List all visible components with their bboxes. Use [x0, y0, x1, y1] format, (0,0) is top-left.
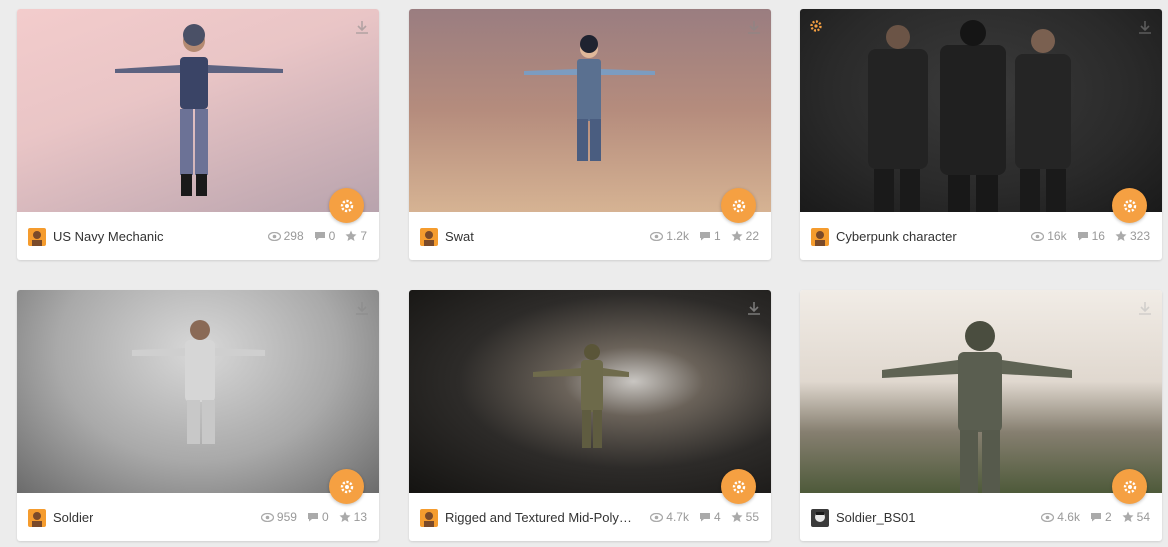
model-stats: 298 0 7: [262, 229, 367, 243]
comment-icon: [699, 513, 710, 522]
download-icon[interactable]: [746, 20, 762, 36]
avatar[interactable]: [811, 509, 829, 527]
comment-icon: [307, 513, 318, 522]
like-count: 54: [1136, 510, 1150, 524]
model-thumbnail[interactable]: [17, 9, 379, 212]
avatar[interactable]: [420, 228, 438, 246]
comment-icon: [1090, 513, 1101, 522]
model-card[interactable]: Cyberpunk character 16k 16 323: [800, 9, 1162, 260]
view-count: 959: [276, 510, 297, 524]
model-card[interactable]: US Navy Mechanic 298 0 7: [17, 9, 379, 260]
model-stats: 959 0 13: [255, 510, 367, 524]
avatar[interactable]: [28, 228, 46, 246]
view-count: 1.2k: [666, 229, 689, 243]
model-title[interactable]: US Navy Mechanic: [53, 229, 164, 244]
download-icon[interactable]: [746, 301, 762, 317]
model-title[interactable]: Rigged and Textured Mid-Poly Soldier: [445, 510, 635, 525]
model-card[interactable]: Soldier_BS01 4.6k 2 54: [800, 290, 1162, 541]
eye-icon: [1031, 231, 1045, 241]
character-preview: [524, 35, 655, 161]
model-thumbnail[interactable]: [800, 290, 1162, 493]
model-card[interactable]: Soldier 959 0 13: [17, 290, 379, 541]
comment-count: 0: [321, 510, 329, 524]
view-count: 4.7k: [666, 510, 689, 524]
eye-icon: [650, 512, 664, 522]
model-stats: 1.2k 1 22: [644, 229, 759, 243]
star-icon: [1122, 511, 1134, 522]
comment-icon: [1077, 232, 1088, 241]
comment-count: 0: [328, 229, 336, 243]
eye-icon: [1041, 512, 1055, 522]
model-stats: 4.7k 4 55: [644, 510, 759, 524]
eye-icon: [260, 512, 274, 522]
download-icon[interactable]: [354, 20, 370, 36]
avatar[interactable]: [811, 228, 829, 246]
avatar[interactable]: [420, 509, 438, 527]
like-count: 13: [353, 510, 367, 524]
model-thumbnail[interactable]: [409, 9, 771, 212]
comment-count: 16: [1091, 229, 1105, 243]
like-count: 22: [745, 229, 759, 243]
model-title[interactable]: Cyberpunk character: [836, 229, 957, 244]
model-card[interactable]: Rigged and Textured Mid-Poly Soldier 4.7…: [409, 290, 771, 541]
avatar[interactable]: [28, 509, 46, 527]
comment-count: 2: [1104, 510, 1112, 524]
model-stats: 4.6k 2 54: [1035, 510, 1150, 524]
character-preview: [115, 24, 283, 196]
card-footer: Soldier_BS01 4.6k 2 54: [800, 493, 1162, 541]
character-preview: [882, 321, 1072, 493]
star-icon: [731, 230, 743, 241]
view-count: 298: [283, 229, 304, 243]
comment-icon: [699, 232, 710, 241]
like-count: 323: [1129, 229, 1150, 243]
card-footer: Soldier 959 0 13: [17, 493, 379, 541]
model-card[interactable]: Swat 1.2k 1 22: [409, 9, 771, 260]
like-count: 55: [745, 510, 759, 524]
download-icon[interactable]: [1137, 301, 1153, 317]
card-footer: Cyberpunk character 16k 16 323: [800, 212, 1162, 260]
card-footer: US Navy Mechanic 298 0 7: [17, 212, 379, 260]
staff-pick-icon: [810, 20, 822, 32]
download-icon[interactable]: [354, 301, 370, 317]
character-preview: [132, 320, 265, 444]
model-title[interactable]: Soldier: [53, 510, 93, 525]
model-stats: 16k 16 323: [1025, 229, 1150, 243]
model-thumbnail[interactable]: [409, 290, 771, 493]
view-count: 4.6k: [1057, 510, 1080, 524]
card-footer: Swat 1.2k 1 22: [409, 212, 771, 260]
character-preview: [868, 20, 1071, 212]
model-thumbnail[interactable]: [17, 290, 379, 493]
star-icon: [345, 230, 357, 241]
download-icon[interactable]: [1137, 20, 1153, 36]
like-count: 7: [360, 229, 367, 243]
model-thumbnail[interactable]: [800, 9, 1162, 212]
eye-icon: [267, 231, 281, 241]
comment-count: 1: [713, 229, 721, 243]
eye-icon: [650, 231, 664, 241]
star-icon: [339, 511, 351, 522]
model-title[interactable]: Swat: [445, 229, 474, 244]
view-count: 16k: [1047, 229, 1067, 243]
star-icon: [731, 511, 743, 522]
model-grid: US Navy Mechanic 298 0 7 Swat 1.2k 1 22 …: [0, 0, 1168, 547]
star-icon: [1115, 230, 1127, 241]
model-title[interactable]: Soldier_BS01: [836, 510, 916, 525]
character-preview: [533, 344, 629, 448]
comment-icon: [314, 232, 325, 241]
card-footer: Rigged and Textured Mid-Poly Soldier 4.7…: [409, 493, 771, 541]
comment-count: 4: [713, 510, 721, 524]
